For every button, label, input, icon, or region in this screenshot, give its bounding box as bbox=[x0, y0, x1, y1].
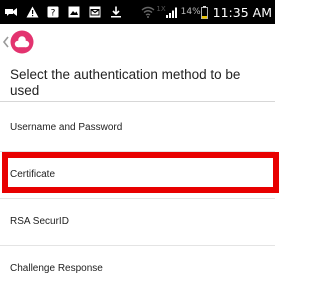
notification-icon bbox=[4, 5, 18, 19]
svg-text:?: ? bbox=[51, 9, 56, 19]
warning-icon bbox=[25, 5, 39, 19]
network-type-label: 1X bbox=[156, 5, 166, 13]
cellular-signal-icon bbox=[165, 5, 179, 19]
wifi-icon bbox=[141, 5, 155, 19]
back-chevron-icon[interactable] bbox=[2, 35, 10, 49]
method-certificate[interactable]: Certificate bbox=[0, 151, 275, 198]
download-icon bbox=[109, 5, 123, 19]
status-bar: ? 1X 14% 11:35 AM bbox=[0, 0, 275, 24]
page-title: Select the authentication method to be u… bbox=[10, 67, 241, 98]
clock: 11:35 AM bbox=[212, 4, 272, 20]
method-username-password[interactable]: Username and Password bbox=[0, 104, 275, 151]
battery-percent: 14% bbox=[180, 7, 201, 17]
unknown-app-icon: ? bbox=[46, 5, 60, 19]
mail-icon bbox=[88, 5, 102, 19]
battery-icon bbox=[201, 5, 209, 19]
app-logo-icon[interactable] bbox=[10, 30, 34, 54]
method-rsa-securid[interactable]: RSA SecurID bbox=[0, 198, 275, 245]
method-challenge-response[interactable]: Challenge Response bbox=[0, 245, 275, 292]
image-icon bbox=[67, 5, 81, 19]
action-bar bbox=[0, 24, 275, 60]
header-divider bbox=[0, 101, 275, 102]
